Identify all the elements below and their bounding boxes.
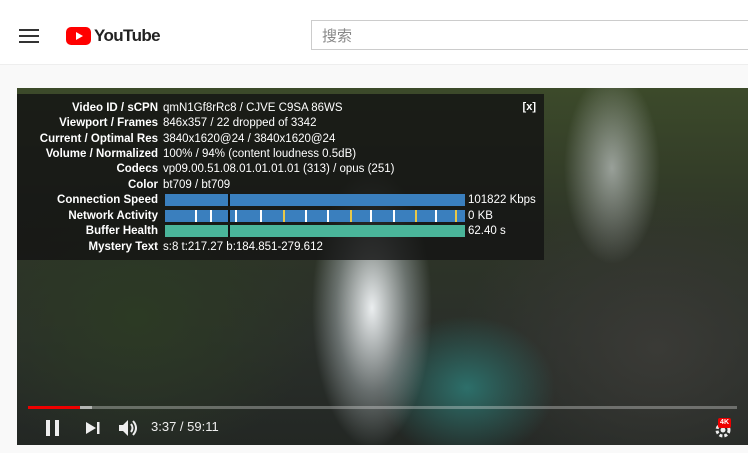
quality-badge: 4K <box>718 418 731 428</box>
stats-value: 0 KB <box>468 210 493 222</box>
stats-label: Codecs <box>116 163 158 175</box>
stats-row-buffer-health: Buffer Health 62.40 s <box>17 224 544 239</box>
logo-text: YouTube <box>94 26 161 45</box>
menu-icon[interactable] <box>19 28 39 44</box>
masthead: YouTube 搜索 <box>0 0 748 65</box>
stats-value: vp09.00.51.08.01.01.01.01 (313) / opus (… <box>163 163 395 175</box>
stats-label: Connection Speed <box>57 194 158 206</box>
stats-for-nerds-panel: [x] Video ID / sCPN qmN1Gf8rRc8 / CJVE C… <box>17 94 544 260</box>
stats-label: Color <box>127 179 158 191</box>
stats-value: 100% / 94% (content loudness 0.5dB) <box>163 148 357 160</box>
stats-label: Mystery Text <box>88 241 158 253</box>
stats-value: 101822 Kbps <box>468 194 536 206</box>
stats-row-volume: Volume / Normalized 100% / 94% (content … <box>17 147 544 162</box>
buffer-health-bar <box>165 225 465 237</box>
stats-value: 3840x1620@24 / 3840x1620@24 <box>163 133 336 145</box>
next-icon[interactable] <box>83 417 103 439</box>
youtube-play-icon <box>66 27 91 45</box>
time-display: 3:37 / 59:11 <box>151 419 219 434</box>
stats-row-connection-speed: Connection Speed 101822 Kbps <box>17 193 544 208</box>
stats-row-network-activity: Network Activity 0 KB <box>17 209 544 224</box>
bar-cursor <box>228 225 230 237</box>
stats-value: s:8 t:217.27 b:184.851-279.612 <box>163 241 323 253</box>
stats-label: Current / Optimal Res <box>39 133 158 145</box>
stats-label: Network Activity <box>68 210 158 222</box>
stats-label: Viewport / Frames <box>59 117 158 129</box>
connection-speed-bar <box>165 194 465 206</box>
stats-row-video-id: Video ID / sCPN qmN1Gf8rRc8 / CJVE C9SA … <box>17 101 544 116</box>
search-input[interactable]: 搜索 <box>311 20 748 50</box>
stats-value: 62.40 s <box>468 225 506 237</box>
progress-bar[interactable] <box>28 406 737 409</box>
stats-value: 846x357 / 22 dropped of 3342 <box>163 117 317 129</box>
bar-cursor <box>228 210 230 222</box>
youtube-logo[interactable]: YouTube <box>66 26 161 46</box>
stats-row-codecs: Codecs vp09.00.51.08.01.01.01.01 (313) /… <box>17 162 544 177</box>
progress-played <box>28 406 80 409</box>
stats-row-viewport: Viewport / Frames 846x357 / 22 dropped o… <box>17 116 544 131</box>
stats-row-color: Color bt709 / bt709 <box>17 178 544 193</box>
stats-label: Video ID / sCPN <box>71 102 158 114</box>
pause-icon[interactable] <box>43 417 63 439</box>
bar-cursor <box>228 194 230 206</box>
video-player[interactable]: [x] Video ID / sCPN qmN1Gf8rRc8 / CJVE C… <box>17 88 748 445</box>
settings-icon[interactable]: 4K <box>713 417 739 439</box>
stats-row-mystery-text: Mystery Text s:8 t:217.27 b:184.851-279.… <box>17 240 544 255</box>
stats-label: Volume / Normalized <box>45 148 158 160</box>
player-controls: 3:37 / 59:11 4K <box>17 411 748 445</box>
stats-row-resolution: Current / Optimal Res 3840x1620@24 / 384… <box>17 132 544 147</box>
stats-value: bt709 / bt709 <box>163 179 231 191</box>
network-activity-bar <box>165 210 465 222</box>
stats-label: Buffer Health <box>85 225 158 237</box>
stats-value: qmN1Gf8rRc8 / CJVE C9SA 86WS <box>163 102 343 114</box>
volume-icon[interactable] <box>117 417 141 439</box>
